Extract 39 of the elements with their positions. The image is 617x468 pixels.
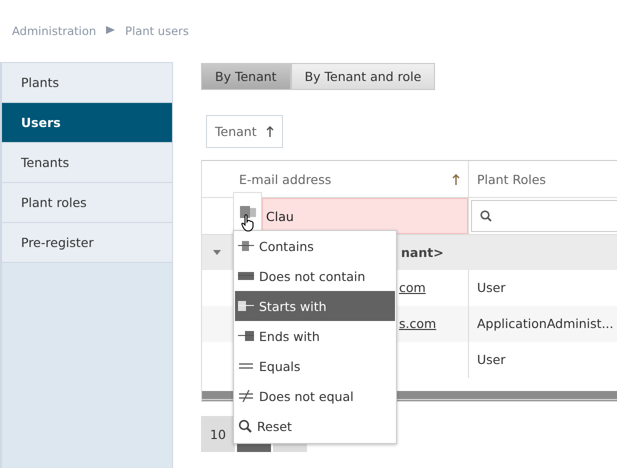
table-cell: User (477, 352, 506, 367)
sort-up-icon (266, 126, 274, 137)
menu-item[interactable]: Reset (235, 411, 395, 441)
column-header[interactable]: E-mail address (231, 161, 468, 197)
table-cell: User (477, 280, 506, 295)
breadcrumb-current: Plant users (125, 24, 189, 38)
sidebar-item[interactable]: Tenants (2, 143, 172, 183)
menu-item[interactable]: Ends with (235, 321, 395, 351)
caret-icon[interactable] (212, 250, 220, 255)
group-label: nant> (401, 245, 444, 260)
sidebar-item[interactable]: Plant roles (2, 183, 172, 223)
email-link[interactable]: com (399, 280, 426, 295)
separator-icon (106, 26, 116, 34)
menu-item[interactable]: Equals (235, 351, 395, 381)
column-header[interactable]: Plant Roles (468, 161, 617, 197)
text-filter-icon (238, 240, 254, 252)
menu-item[interactable]: Does not contain (235, 261, 395, 291)
search-icon (238, 419, 252, 433)
page-size-button[interactable]: 10 (201, 416, 235, 452)
filter-type-button[interactable] (233, 192, 262, 230)
menu-item[interactable]: Starts with (235, 291, 395, 321)
menu-item[interactable]: Does not equal (235, 381, 395, 411)
group-chip[interactable]: Tenant (206, 115, 283, 148)
text-filter-icon (240, 206, 256, 218)
sidebar-item[interactable]: Plants (2, 63, 172, 103)
filter-field[interactable]: Clau (262, 198, 468, 234)
table-cell: ApplicationAdminist... (477, 316, 614, 331)
sidebar-item[interactable]: Pre-register (2, 223, 172, 263)
search-icon (480, 210, 492, 222)
text-filter-icon (238, 270, 254, 282)
text-filter-icon (238, 300, 254, 312)
menu-item[interactable]: Contains (235, 231, 395, 261)
not-equal-icon (238, 390, 254, 402)
filter-field[interactable] (471, 200, 617, 232)
text-filter-icon (238, 330, 254, 342)
tab[interactable]: By Tenant and role (290, 63, 436, 90)
email-link[interactable]: s.com (399, 316, 436, 331)
sidebar-item[interactable]: Users (2, 103, 172, 143)
tab[interactable]: By Tenant (201, 63, 291, 90)
